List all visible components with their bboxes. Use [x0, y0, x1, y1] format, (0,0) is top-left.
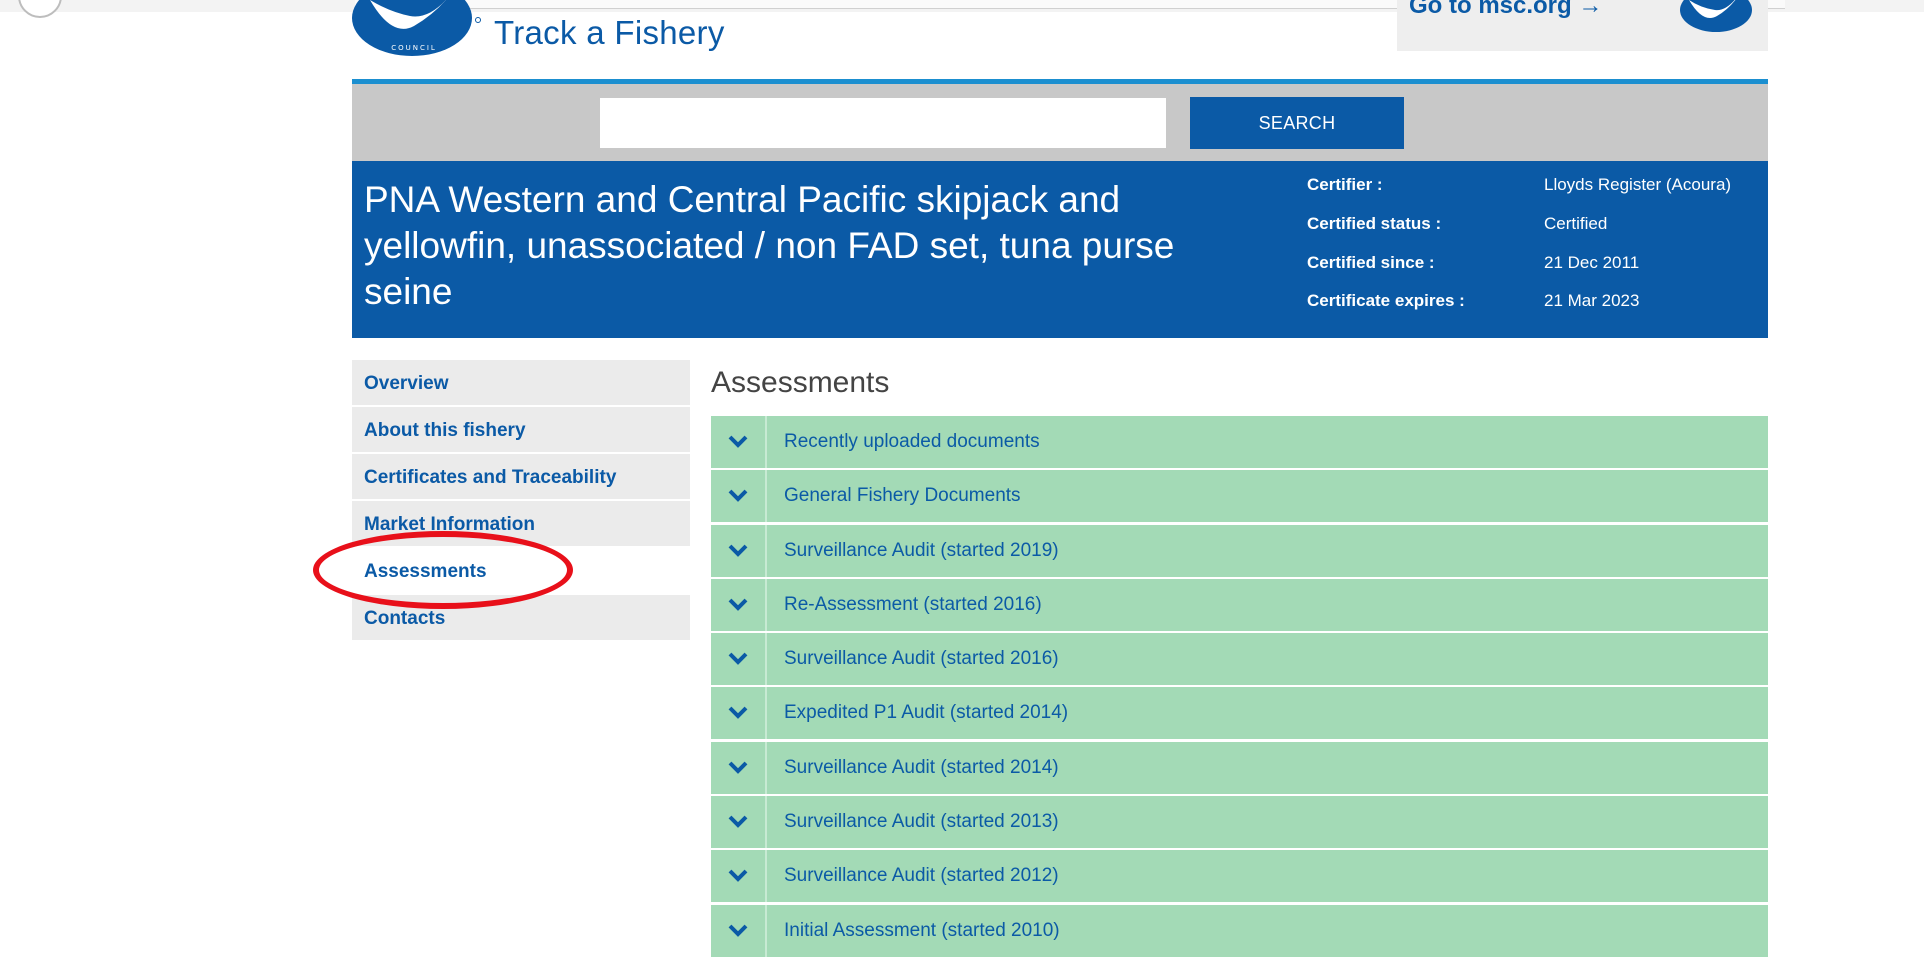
expand-toggle[interactable] — [711, 470, 767, 523]
sidebar-item-certificates-and-traceability[interactable]: Certificates and Traceability — [352, 454, 690, 499]
chevron-down-icon — [728, 869, 748, 883]
accordion-row[interactable]: Recently uploaded documents — [711, 416, 1768, 468]
sidebar-item-label: Certificates and Traceability — [364, 467, 617, 488]
accordion-row[interactable]: Surveillance Audit (started 2012) — [711, 850, 1768, 903]
accordion-label[interactable]: General Fishery Documents — [784, 470, 1021, 522]
chevron-down-icon — [728, 761, 748, 774]
chevron-down-icon — [728, 924, 748, 937]
certifier-label: Certifier : — [1307, 175, 1383, 194]
accordion-label[interactable]: Surveillance Audit (started 2012) — [784, 850, 1059, 902]
chevron-down-icon — [728, 544, 748, 557]
accordion-label[interactable]: Re-Assessment (started 2016) — [784, 579, 1042, 631]
sidebar-item-label: Assessments — [364, 561, 487, 582]
accordion-row[interactable]: Initial Assessment (started 2010) — [711, 904, 1768, 957]
expand-toggle[interactable] — [711, 578, 767, 631]
expand-toggle[interactable] — [711, 687, 767, 740]
goto-msc-box: Go to msc.org → — [1397, 0, 1768, 51]
chevron-down-icon — [728, 489, 748, 503]
certificate-expires-value: 21 Mar 2023 — [1544, 291, 1640, 310]
search-input[interactable] — [600, 98, 1166, 148]
sidebar-item-contacts[interactable]: Contacts — [352, 595, 690, 640]
sidebar-item-about-this-fishery[interactable]: About this fishery — [352, 407, 690, 452]
certified-since-label: Certified since : — [1307, 253, 1435, 272]
chevron-down-icon — [728, 815, 748, 828]
search-button[interactable]: SEARCH — [1190, 97, 1404, 149]
accordion-label[interactable]: Surveillance Audit (started 2019) — [784, 525, 1059, 577]
expand-toggle[interactable] — [711, 741, 767, 794]
expand-toggle[interactable] — [711, 416, 767, 468]
svg-text:COUNCIL: COUNCIL — [391, 44, 437, 52]
accordion-label[interactable]: Recently uploaded documents — [784, 416, 1040, 468]
assessments-accordion: Recently uploaded documents General Fish… — [711, 416, 1768, 959]
accordion-row[interactable]: Expedited P1 Audit (started 2014) — [711, 687, 1768, 740]
accordion-row[interactable]: Re-Assessment (started 2016) — [711, 578, 1768, 631]
accordion-row[interactable]: Surveillance Audit (started 2014) — [711, 741, 1768, 794]
sidebar-item-label: Overview — [364, 373, 449, 394]
certifier-value: Lloyds Register (Acoura) — [1544, 175, 1732, 194]
accordion-label[interactable]: Surveillance Audit (started 2014) — [784, 742, 1059, 794]
expand-toggle[interactable] — [711, 850, 767, 903]
accordion-label[interactable]: Expedited P1 Audit (started 2014) — [784, 687, 1068, 739]
sidebar-item-label: Contacts — [364, 608, 446, 629]
msc-logo-icon[interactable] — [1679, 0, 1753, 40]
corner-circle-icon — [18, 0, 62, 18]
accordion-row[interactable]: Surveillance Audit (started 2013) — [711, 796, 1768, 849]
chevron-down-icon — [728, 652, 748, 666]
search-bar: SEARCH — [352, 84, 1768, 161]
chevron-down-icon — [728, 435, 748, 448]
accordion-label[interactable]: Surveillance Audit (started 2016) — [784, 633, 1059, 685]
page-title: Assessments — [711, 366, 890, 399]
fishery-title: PNA Western and Central Pacific skipjack… — [364, 179, 1175, 312]
certified-status-label: Certified status : — [1307, 214, 1442, 233]
chevron-down-icon — [728, 598, 748, 611]
accordion-label[interactable]: Surveillance Audit (started 2013) — [784, 796, 1059, 848]
expand-toggle[interactable] — [711, 904, 767, 957]
sidebar-item-market-information[interactable]: Market Information — [352, 501, 690, 546]
accordion-label[interactable]: Initial Assessment (started 2010) — [784, 905, 1060, 957]
certificate-expires-label: Certificate expires : — [1307, 291, 1465, 310]
goto-msc-link[interactable]: Go to msc.org → — [1409, 0, 1602, 20]
accordion-row[interactable]: Surveillance Audit (started 2016) — [711, 633, 1768, 686]
sidebar-item-label: About this fishery — [364, 420, 526, 441]
chevron-down-icon — [728, 707, 748, 720]
msc-logo-icon[interactable]: COUNCIL — [352, 0, 482, 58]
expand-toggle[interactable] — [711, 633, 767, 686]
site-title[interactable]: Track a Fishery — [494, 14, 725, 52]
certified-since-value: 21 Dec 2011 — [1544, 253, 1640, 272]
sidebar-item-label: Market Information — [364, 514, 536, 535]
expand-toggle[interactable] — [711, 524, 767, 577]
sidebar-item-overview[interactable]: Overview — [352, 360, 690, 405]
fishery-banner: PNA Western and Central Pacific skipjack… — [352, 161, 1768, 338]
accordion-row[interactable]: General Fishery Documents — [711, 470, 1768, 523]
expand-toggle[interactable] — [711, 796, 767, 849]
side-navigation: Overview About this fishery Certificates… — [352, 360, 690, 642]
accordion-row[interactable]: Surveillance Audit (started 2019) — [711, 524, 1768, 577]
sidebar-item-assessments[interactable]: Assessments — [352, 548, 690, 593]
certified-status-value: Certified — [1544, 214, 1608, 233]
